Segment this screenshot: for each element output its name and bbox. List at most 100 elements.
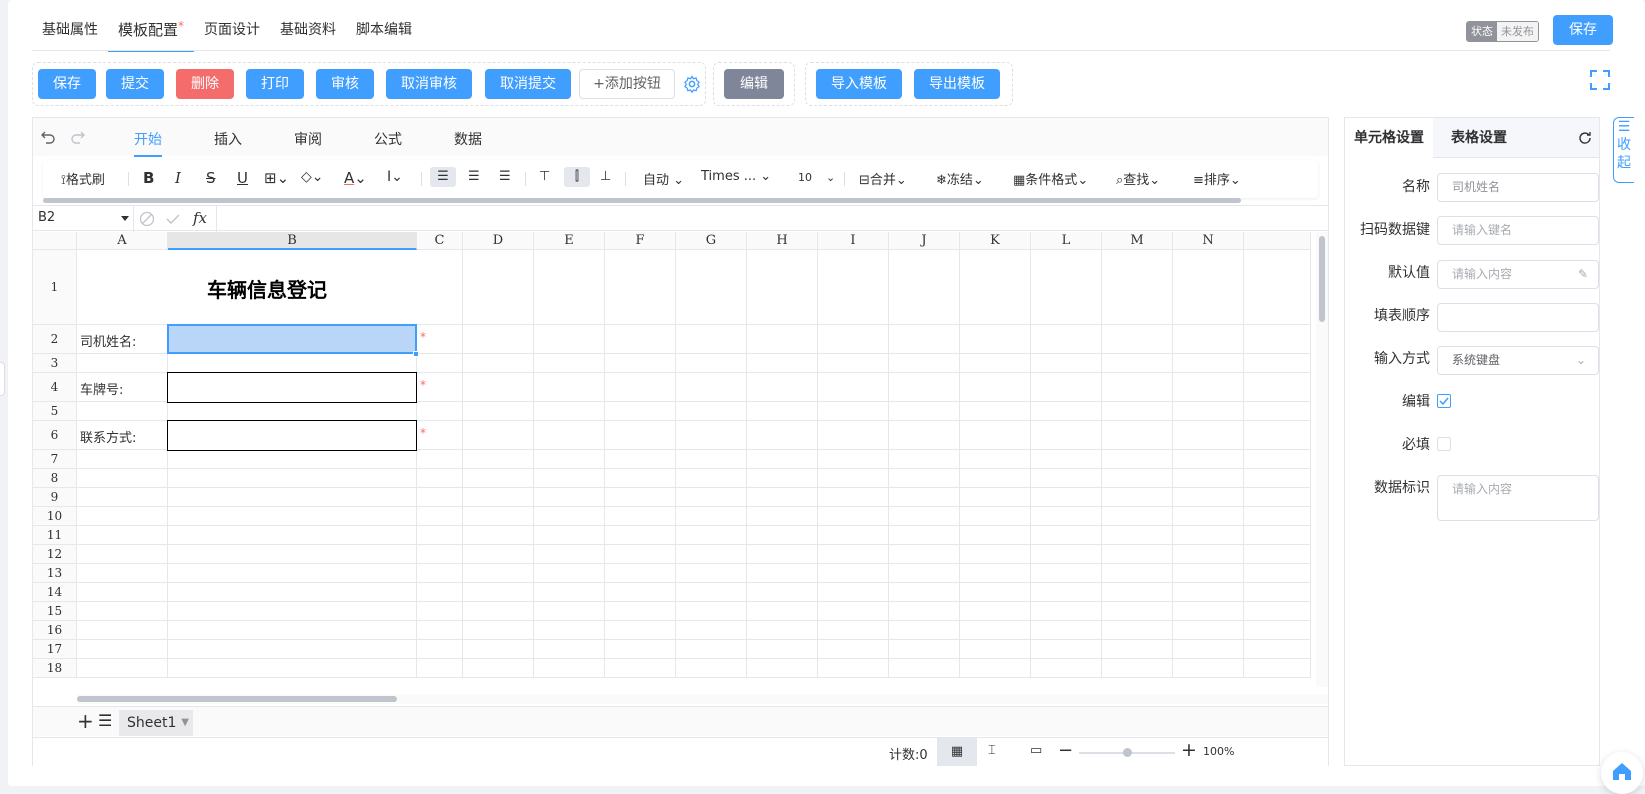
row-header[interactable]: 3 [33, 354, 77, 373]
input-method-select[interactable]: 系统键盘 ⌄ [1437, 346, 1599, 375]
menu-data[interactable]: 数据 [454, 129, 482, 149]
tab-page-design[interactable]: 页面设计 [194, 14, 270, 52]
plate-cell[interactable] [167, 372, 417, 403]
sort-button[interactable]: ≡排序⌄ [1193, 169, 1241, 188]
vertical-scrollbar[interactable] [1316, 232, 1328, 687]
row-header[interactable]: 10 [33, 507, 77, 526]
row-header[interactable]: 17 [33, 640, 77, 659]
border-icon[interactable]: ⊞⌄ [264, 169, 289, 187]
tab-table-settings[interactable]: 表格设置 [1442, 118, 1516, 158]
column-header[interactable]: I [818, 232, 889, 250]
align-right-icon[interactable]: ☰ [499, 169, 511, 184]
column-header[interactable]: H [747, 232, 818, 250]
edit-button[interactable]: 编辑 [724, 69, 784, 99]
contact-cell[interactable] [167, 420, 417, 451]
column-header[interactable]: N [1173, 232, 1244, 250]
freeze-button[interactable]: ❄冻结⌄ [936, 169, 984, 188]
row-header[interactable]: 2 [33, 325, 77, 354]
fill-color-icon[interactable]: ◇⌄ [301, 169, 324, 185]
import-template-button[interactable]: 导入模板 [816, 69, 902, 99]
confirm-icon[interactable] [165, 211, 181, 227]
tab-script-edit[interactable]: 脚本编辑 [346, 14, 422, 52]
row-header[interactable]: 8 [33, 469, 77, 488]
sheet-tab-sheet1[interactable]: Sheet1 ▼ [119, 710, 193, 736]
tab-basic-properties[interactable]: 基础属性 [32, 14, 108, 52]
sheet-tab-dropdown-icon[interactable]: ▼ [181, 710, 189, 736]
row-header[interactable]: 4 [33, 373, 77, 402]
merge-button[interactable]: ⊟合并⌄ [859, 169, 907, 188]
column-header[interactable]: G [676, 232, 747, 250]
row-header[interactable]: 11 [33, 526, 77, 545]
row-header[interactable]: 14 [33, 583, 77, 602]
refresh-icon[interactable] [1577, 130, 1593, 146]
horizontal-scroll-thumb[interactable] [77, 696, 397, 702]
row-header[interactable]: 1 [33, 250, 77, 325]
top-save-button[interactable]: 保存 [1553, 15, 1613, 45]
find-button[interactable]: ⌕查找⌄ [1116, 169, 1160, 188]
collapse-panel-button[interactable]: ☰ 收起 [1613, 117, 1634, 183]
tab-template-config[interactable]: 模板配置* [108, 14, 195, 52]
align-left-icon[interactable]: ☰ [430, 167, 456, 187]
tab-cell-settings[interactable]: 单元格设置 [1345, 118, 1433, 158]
scan-key-input[interactable]: 请输入键名 [1437, 216, 1599, 245]
cancel-submit-button[interactable]: 取消提交 [485, 69, 571, 99]
sheet-list-icon[interactable]: ☰ [98, 711, 112, 730]
column-header[interactable]: C [417, 232, 463, 250]
row-header[interactable]: 18 [33, 659, 77, 678]
menu-insert[interactable]: 插入 [214, 129, 242, 149]
home-button[interactable] [1601, 752, 1643, 794]
export-template-button[interactable]: 导出模板 [914, 69, 1000, 99]
default-value-input[interactable]: 请输入内容 ✎ [1437, 260, 1599, 289]
ribbon-scrollbar[interactable] [43, 198, 1241, 203]
fullscreen-icon[interactable] [1590, 70, 1610, 90]
font-size-select[interactable]: 10 ⌄ [798, 171, 835, 184]
zoom-slider-knob[interactable] [1123, 748, 1132, 757]
row-header[interactable]: 15 [33, 602, 77, 621]
font-color-button[interactable]: A⌄ [344, 169, 367, 187]
save-button[interactable]: 保存 [38, 69, 96, 99]
add-sheet-icon[interactable]: + [77, 709, 94, 733]
menu-formula[interactable]: 公式 [374, 129, 402, 149]
column-header[interactable]: M [1102, 232, 1173, 250]
row-header[interactable]: 16 [33, 621, 77, 640]
column-header[interactable]: E [534, 232, 605, 250]
conditional-format-button[interactable]: ▦条件格式⌄ [1013, 169, 1088, 188]
column-header[interactable]: D [463, 232, 534, 250]
zoom-in-icon[interactable]: + [1181, 739, 1197, 761]
driver-name-cell[interactable] [167, 324, 417, 354]
print-button[interactable]: 打印 [246, 69, 304, 99]
gear-icon[interactable] [683, 75, 701, 93]
edit-pen-icon[interactable]: ✎ [1578, 261, 1588, 288]
left-drawer-handle[interactable] [0, 362, 5, 396]
row-header[interactable]: 13 [33, 564, 77, 583]
cancel-audit-button[interactable]: 取消审核 [386, 69, 472, 99]
cancel-icon[interactable] [139, 211, 155, 227]
edit-checkbox[interactable] [1437, 394, 1451, 408]
delete-button[interactable]: 删除 [176, 69, 234, 99]
column-header[interactable]: A [77, 232, 168, 250]
valign-middle-icon[interactable]: ⫿ [564, 167, 590, 187]
data-tag-textarea[interactable]: 请输入内容 [1437, 475, 1599, 521]
row-header[interactable]: 12 [33, 545, 77, 564]
horizontal-scrollbar[interactable] [77, 694, 1328, 704]
page-layout-view-icon[interactable]: ▭ [1030, 743, 1042, 758]
wrap-select[interactable]: 自动 ⌄ [643, 169, 684, 188]
valign-top-icon[interactable]: ⊤ [539, 169, 550, 184]
valign-bottom-icon[interactable]: ⊥ [600, 169, 611, 184]
text-height-icon[interactable]: Ι⌄ [387, 169, 403, 185]
normal-view-icon[interactable]: ▦ [937, 738, 977, 766]
align-center-icon[interactable]: ☰ [468, 169, 480, 184]
zoom-out-icon[interactable]: − [1058, 740, 1073, 761]
vertical-scroll-thumb[interactable] [1319, 236, 1325, 322]
cell-reference[interactable]: B2 [38, 210, 55, 225]
selection-handle[interactable] [413, 351, 419, 357]
row-header[interactable]: 7 [33, 450, 77, 469]
font-name-select[interactable]: Times ... ⌄ [701, 169, 771, 184]
underline-button[interactable]: U [237, 169, 248, 187]
undo-icon[interactable] [40, 129, 56, 145]
strikethrough-button[interactable]: S [206, 169, 216, 187]
column-header[interactable]: B [168, 232, 417, 250]
fill-order-input[interactable] [1437, 303, 1599, 332]
name-input[interactable]: 司机姓名 [1437, 173, 1599, 202]
audit-button[interactable]: 审核 [316, 69, 374, 99]
